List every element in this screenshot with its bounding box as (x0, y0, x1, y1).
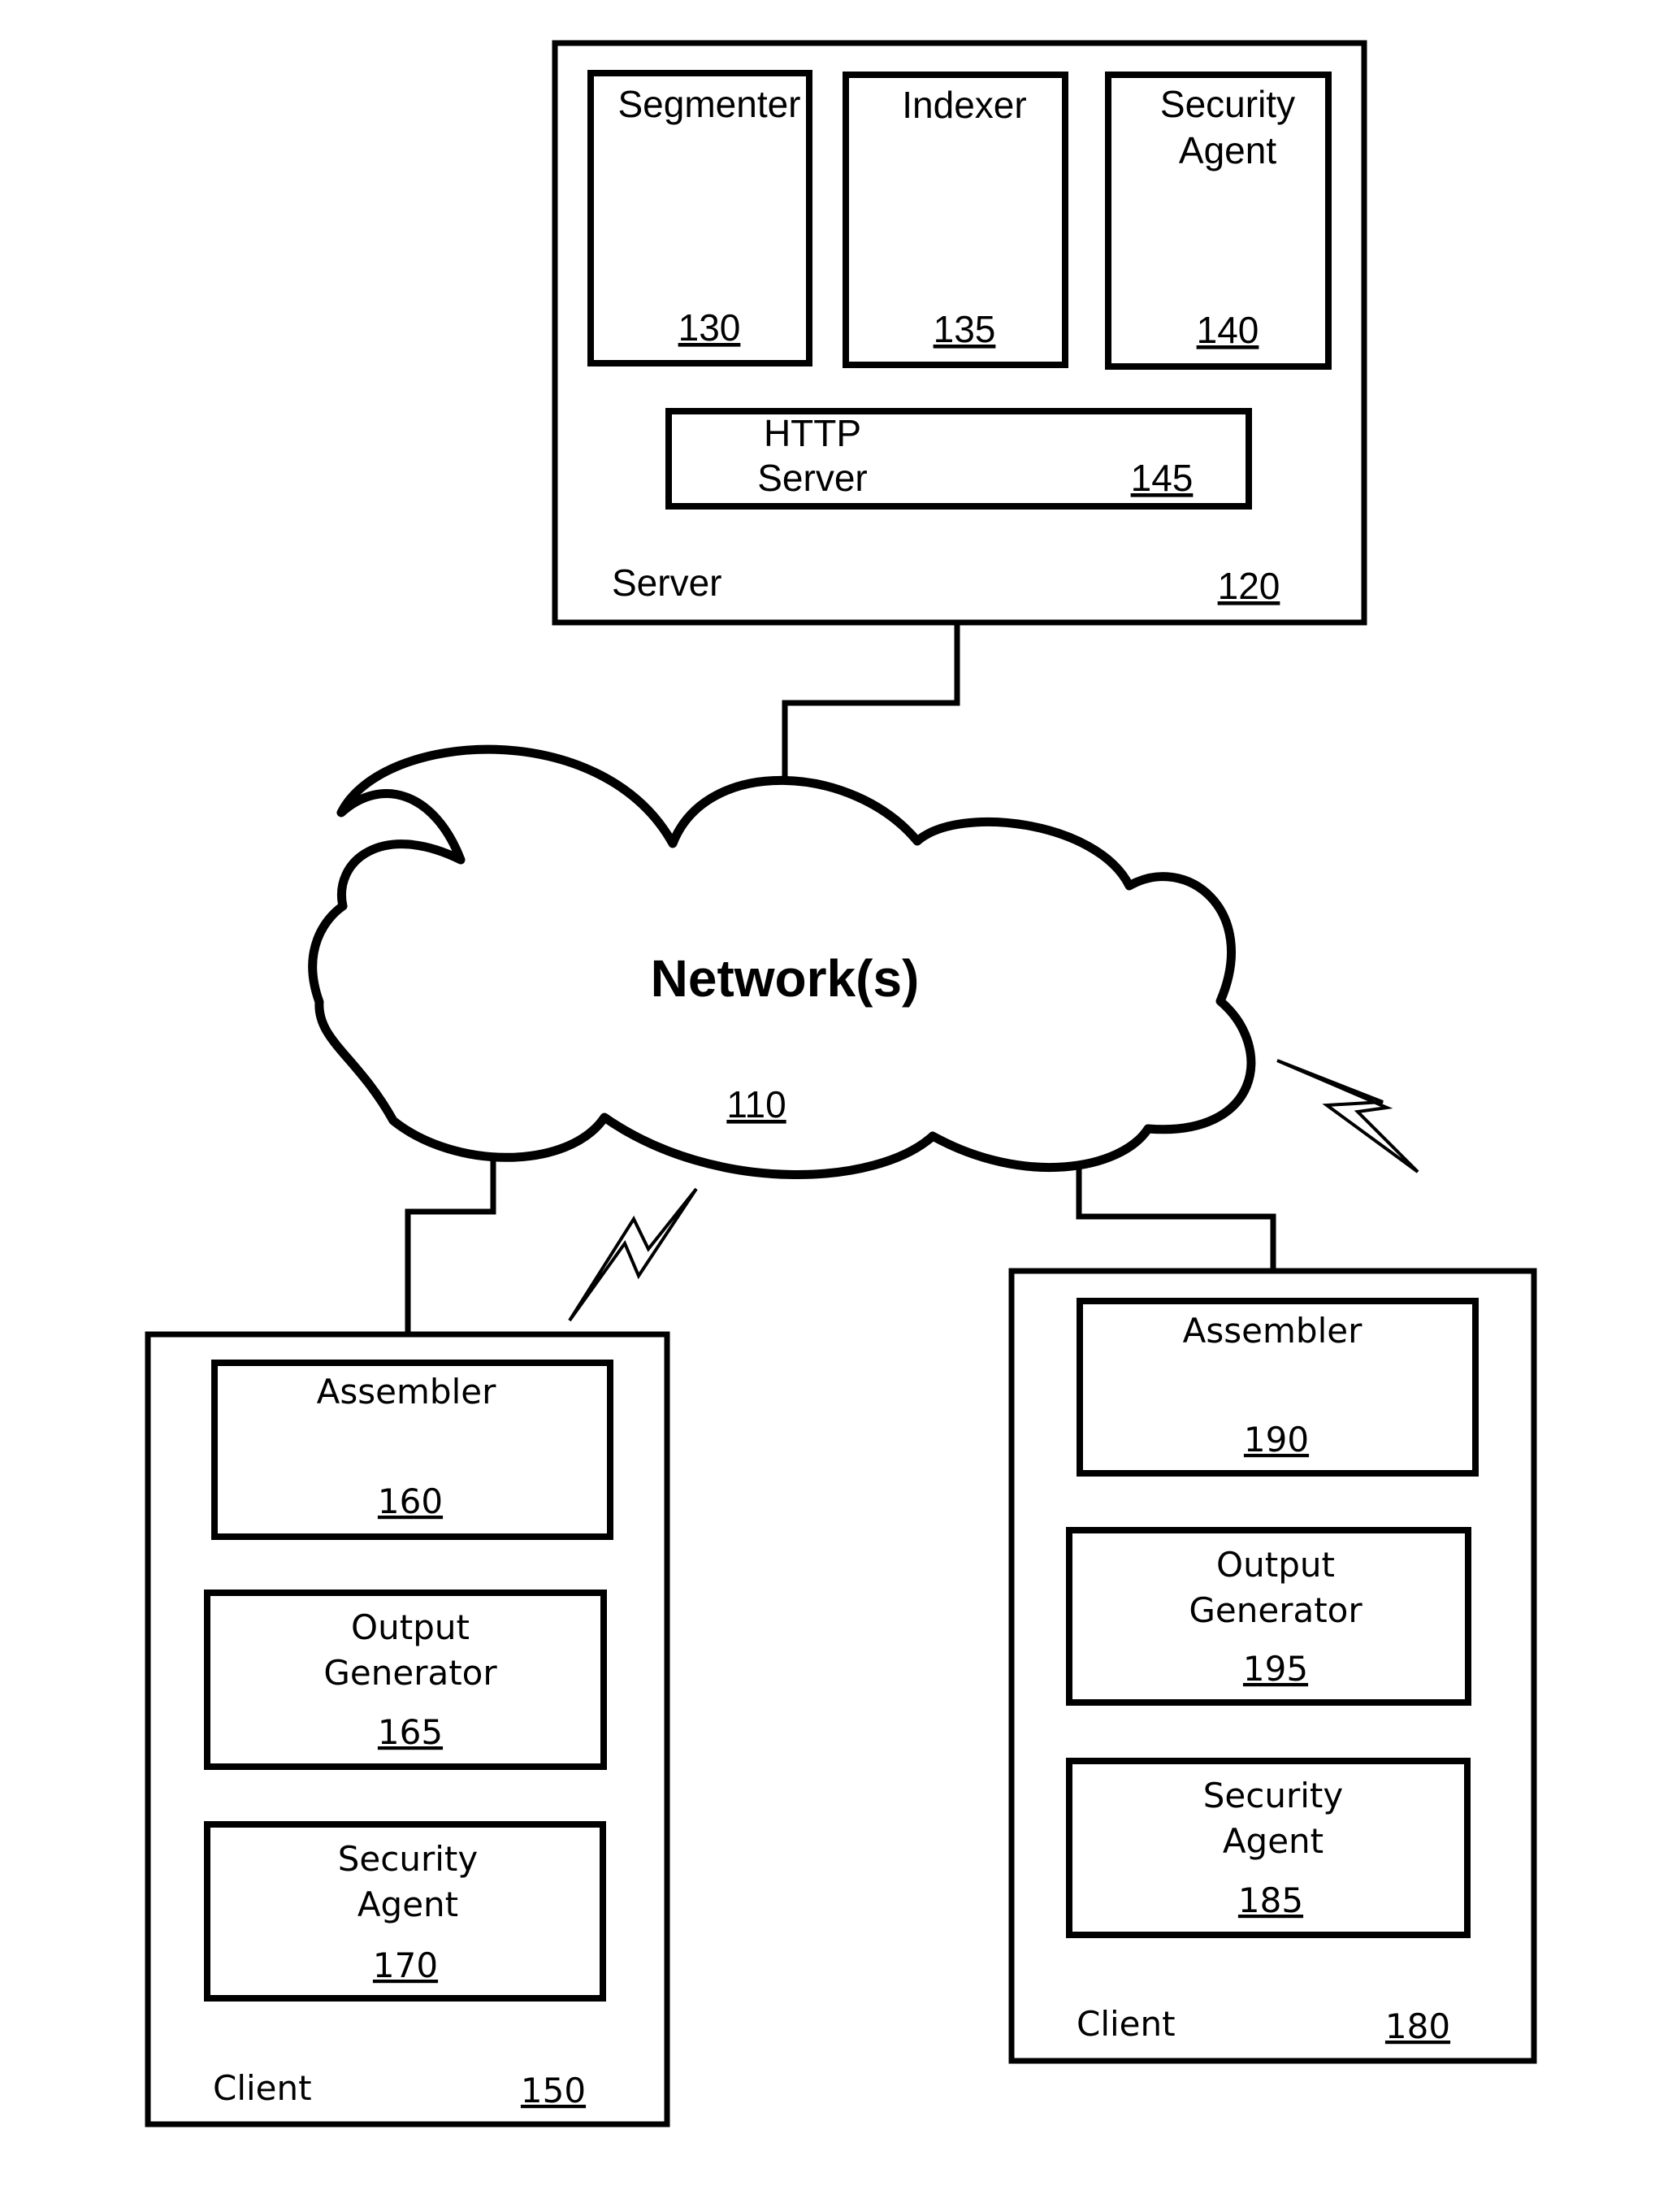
output-generator-195-ref: 195 (1243, 1649, 1308, 1689)
server-network-link (782, 622, 960, 800)
network-cloud: Network(s) 110 (308, 744, 1256, 1179)
output-generator-165-label-line1: Output (351, 1607, 470, 1647)
server-label: Server (612, 562, 721, 604)
segmenter-label: Segmenter (617, 83, 800, 125)
assembler-190-block: Assembler 190 (1077, 1298, 1479, 1477)
assembler-160-ref: 160 (378, 1481, 443, 1521)
server-security-agent-label-line1: Security (1160, 83, 1295, 125)
assembler-190-label: Assembler (1183, 1311, 1363, 1351)
assembler-160-block: Assembler 160 (211, 1360, 613, 1540)
client-150-ref: 150 (521, 2071, 586, 2110)
client-180-block: Assembler 190 Output Generator 195 Secur… (1008, 1268, 1537, 2064)
network-label: Network(s) (651, 949, 920, 1008)
security-agent-170-label-line1: Security (338, 1839, 478, 1879)
server-security-agent-ref: 140 (1197, 309, 1259, 351)
security-agent-170-label-line2: Agent (357, 1885, 458, 1924)
assembler-190-ref: 190 (1244, 1420, 1309, 1459)
wireless-link-icon-right (1276, 1059, 1419, 1173)
server-security-agent-block: Security Agent 140 (1105, 72, 1332, 370)
http-server-label-line1: HTTP (764, 412, 861, 454)
indexer-ref: 135 (934, 308, 996, 350)
client-180-ref: 180 (1385, 2006, 1450, 2046)
indexer-block: Indexer 135 (843, 72, 1068, 368)
output-generator-165-ref: 165 (378, 1712, 443, 1752)
server-block: Segmenter 130 Indexer 135 Security Agent… (552, 40, 1367, 626)
security-agent-170-block: Security Agent 170 (204, 1821, 606, 2002)
network-architecture-diagram: Segmenter 130 Indexer 135 Security Agent… (145, 40, 1537, 2127)
client-180-label: Client (1077, 2004, 1176, 2044)
output-generator-195-block: Output Generator 195 (1066, 1527, 1471, 1706)
security-agent-185-ref: 185 (1238, 1880, 1303, 1920)
server-security-agent-label-line2: Agent (1179, 129, 1276, 171)
security-agent-170-ref: 170 (373, 1945, 438, 1985)
output-generator-195-label-line2: Generator (1189, 1590, 1363, 1630)
network-ref: 110 (726, 1083, 786, 1126)
network-client-150-link (405, 1147, 496, 1333)
indexer-label: Indexer (902, 84, 1026, 126)
http-server-ref: 145 (1131, 457, 1194, 499)
output-generator-165-block: Output Generator 165 (204, 1590, 607, 1770)
server-ref: 120 (1218, 565, 1280, 607)
segmenter-ref: 130 (678, 306, 741, 349)
client-150-label: Client (213, 2068, 312, 2108)
http-server-block: HTTP Server 145 (665, 408, 1252, 510)
security-agent-185-label-line1: Security (1203, 1776, 1343, 1815)
output-generator-195-label-line1: Output (1216, 1545, 1335, 1585)
output-generator-165-label-line2: Generator (323, 1653, 497, 1693)
security-agent-185-label-line2: Agent (1223, 1821, 1324, 1861)
security-agent-185-block: Security Agent 185 (1066, 1758, 1471, 1938)
segmenter-block: Segmenter 130 (587, 70, 812, 366)
http-server-label-line2: Server (757, 457, 867, 499)
assembler-160-label: Assembler (317, 1372, 496, 1412)
wireless-link-icon-left (568, 1187, 698, 1322)
client-150-block: Assembler 160 Output Generator 165 Secur… (145, 1331, 670, 2127)
